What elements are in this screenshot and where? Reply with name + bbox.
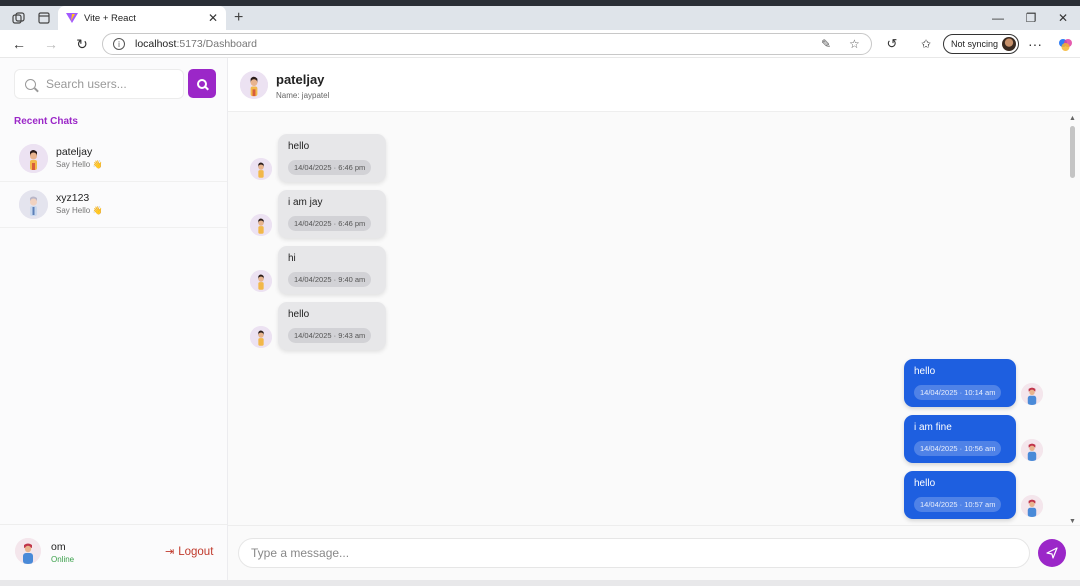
chat-header-subtitle: Name: jaypatel (276, 91, 330, 100)
chat-item-xyz123[interactable]: xyz123 Say Hello 👋 (0, 183, 227, 228)
tab-title: Vite + React (84, 12, 136, 24)
send-button[interactable] (1038, 539, 1066, 567)
message-text: i am fine (914, 422, 952, 433)
logout-icon: ⇥ (165, 546, 175, 558)
copilot-refresh-icon[interactable]: ↺ (882, 34, 902, 54)
current-user-avatar (15, 538, 41, 564)
taskbar-strip (0, 580, 1080, 586)
scroll-up-icon[interactable]: ▲ (1069, 115, 1076, 122)
tab-bar: Vite + React ✕ + (0, 6, 1080, 30)
send-icon (1046, 547, 1058, 559)
edit-icon[interactable]: ✎ (821, 37, 831, 51)
message-input-wrap (238, 538, 1030, 568)
favorite-star-icon[interactable]: ☆ (849, 37, 860, 51)
message-composer (228, 525, 1080, 580)
chat-item-name: xyz123 (56, 192, 90, 204)
message-time: 14/04/2025 · 10:14 am (914, 385, 1002, 400)
chat-panel: pateljay Name: jaypatel hello 14/04/2025… (228, 58, 1080, 580)
message-avatar (250, 158, 272, 180)
message-input[interactable] (251, 546, 1011, 560)
browser-tab-active[interactable]: Vite + React ✕ (58, 6, 226, 30)
profile-avatar (1002, 37, 1016, 51)
online-status: Online (51, 555, 75, 564)
avatar (19, 190, 48, 219)
scrollbar-thumb[interactable] (1070, 126, 1075, 178)
message-bubble: hello 14/04/2025 · 10:57 am (904, 471, 1016, 519)
message-text: hello (914, 366, 936, 377)
message-time: 14/04/2025 · 10:56 am (914, 441, 1002, 456)
message-text: hello (914, 478, 936, 489)
chat-item-pateljay[interactable]: pateljay Say Hello 👋 (0, 137, 227, 182)
message-time: 14/04/2025 · 6:46 pm (288, 160, 372, 175)
search-input[interactable] (46, 77, 176, 91)
refresh-icon[interactable]: ↻ (72, 34, 92, 54)
message-bubble: hello 14/04/2025 · 6:46 pm (278, 134, 386, 182)
chat-item-preview: Say Hello 👋 (56, 206, 103, 215)
forward-icon[interactable]: → (41, 34, 61, 54)
address-bar: ← → ↻ i localhost:5173/Dashboard ✎ ☆ ↺ ✩… (0, 30, 1080, 58)
site-info-icon[interactable]: i (113, 38, 125, 50)
current-user-panel: om Online ⇥ Logout (0, 524, 227, 580)
vite-logo-icon (66, 13, 78, 23)
message-bubble: hello 14/04/2025 · 9:43 am (278, 302, 386, 350)
restore-icon[interactable]: ❐ (1021, 6, 1041, 30)
chat-item-name: pateljay (56, 146, 93, 158)
message-avatar (250, 214, 272, 236)
message-text: hi (288, 253, 296, 264)
message-time: 14/04/2025 · 9:40 am (288, 272, 372, 287)
url-host: localhost (135, 38, 177, 50)
minimize-icon[interactable]: — (988, 6, 1008, 30)
new-tab-icon[interactable]: + (234, 9, 243, 27)
message-time: 14/04/2025 · 6:46 pm (288, 216, 372, 231)
chat-header: pateljay Name: jaypatel (228, 58, 1080, 112)
current-user-name: om (51, 541, 66, 553)
message-avatar (1021, 383, 1043, 405)
chat-app: Recent Chats pateljay Say Hello 👋 xyz123… (0, 58, 1080, 580)
message-avatar (1021, 495, 1043, 517)
chat-header-avatar (240, 71, 268, 99)
sync-label: Not syncing (951, 39, 999, 49)
search-button[interactable] (188, 69, 216, 98)
message-text: i am jay (288, 197, 323, 208)
logout-label: Logout (178, 545, 214, 558)
message-avatar (250, 326, 272, 348)
recent-chats-heading: Recent Chats (14, 116, 78, 127)
back-icon[interactable]: ← (9, 34, 29, 54)
sidebar: Recent Chats pateljay Say Hello 👋 xyz123… (0, 58, 228, 580)
message-bubble: i am jay 14/04/2025 · 6:46 pm (278, 190, 386, 238)
message-bubble: hello 14/04/2025 · 10:14 am (904, 359, 1016, 407)
message-text: hello (288, 309, 310, 320)
tab-close-icon[interactable]: ✕ (208, 11, 218, 25)
logout-button[interactable]: ⇥ Logout (165, 545, 214, 559)
message-scrollbar[interactable]: ▲ ▼ (1066, 112, 1080, 525)
window-close-icon[interactable]: ✕ (1053, 6, 1073, 30)
avatar (19, 144, 48, 173)
url-field[interactable]: i localhost:5173/Dashboard ✎ ☆ (102, 33, 872, 55)
message-text: hello (288, 141, 310, 152)
url-path: :5173/Dashboard (176, 38, 258, 50)
search-icon (25, 78, 36, 90)
message-list: hello 14/04/2025 · 6:46 pm i am jay 14/0… (228, 112, 1080, 525)
message-bubble: i am fine 14/04/2025 · 10:56 am (904, 415, 1016, 463)
message-avatar (250, 270, 272, 292)
chat-item-preview: Say Hello 👋 (56, 160, 103, 169)
more-menu-icon[interactable]: ··· (1025, 34, 1045, 54)
message-time: 14/04/2025 · 10:57 am (914, 497, 1002, 512)
message-time: 14/04/2025 · 9:43 am (288, 328, 372, 343)
copilot-icon[interactable] (1055, 34, 1075, 54)
favorites-icon[interactable]: ✩ (916, 34, 936, 54)
scroll-down-icon[interactable]: ▼ (1069, 518, 1076, 525)
message-avatar (1021, 439, 1043, 461)
message-bubble: hi 14/04/2025 · 9:40 am (278, 246, 386, 294)
tab-actions-icon[interactable] (36, 10, 52, 26)
search-box (14, 69, 184, 99)
chat-header-name: pateljay (276, 72, 325, 87)
workspaces-icon[interactable] (10, 10, 26, 26)
search-button-icon (197, 78, 207, 89)
profile-sync-button[interactable]: Not syncing (943, 34, 1019, 54)
